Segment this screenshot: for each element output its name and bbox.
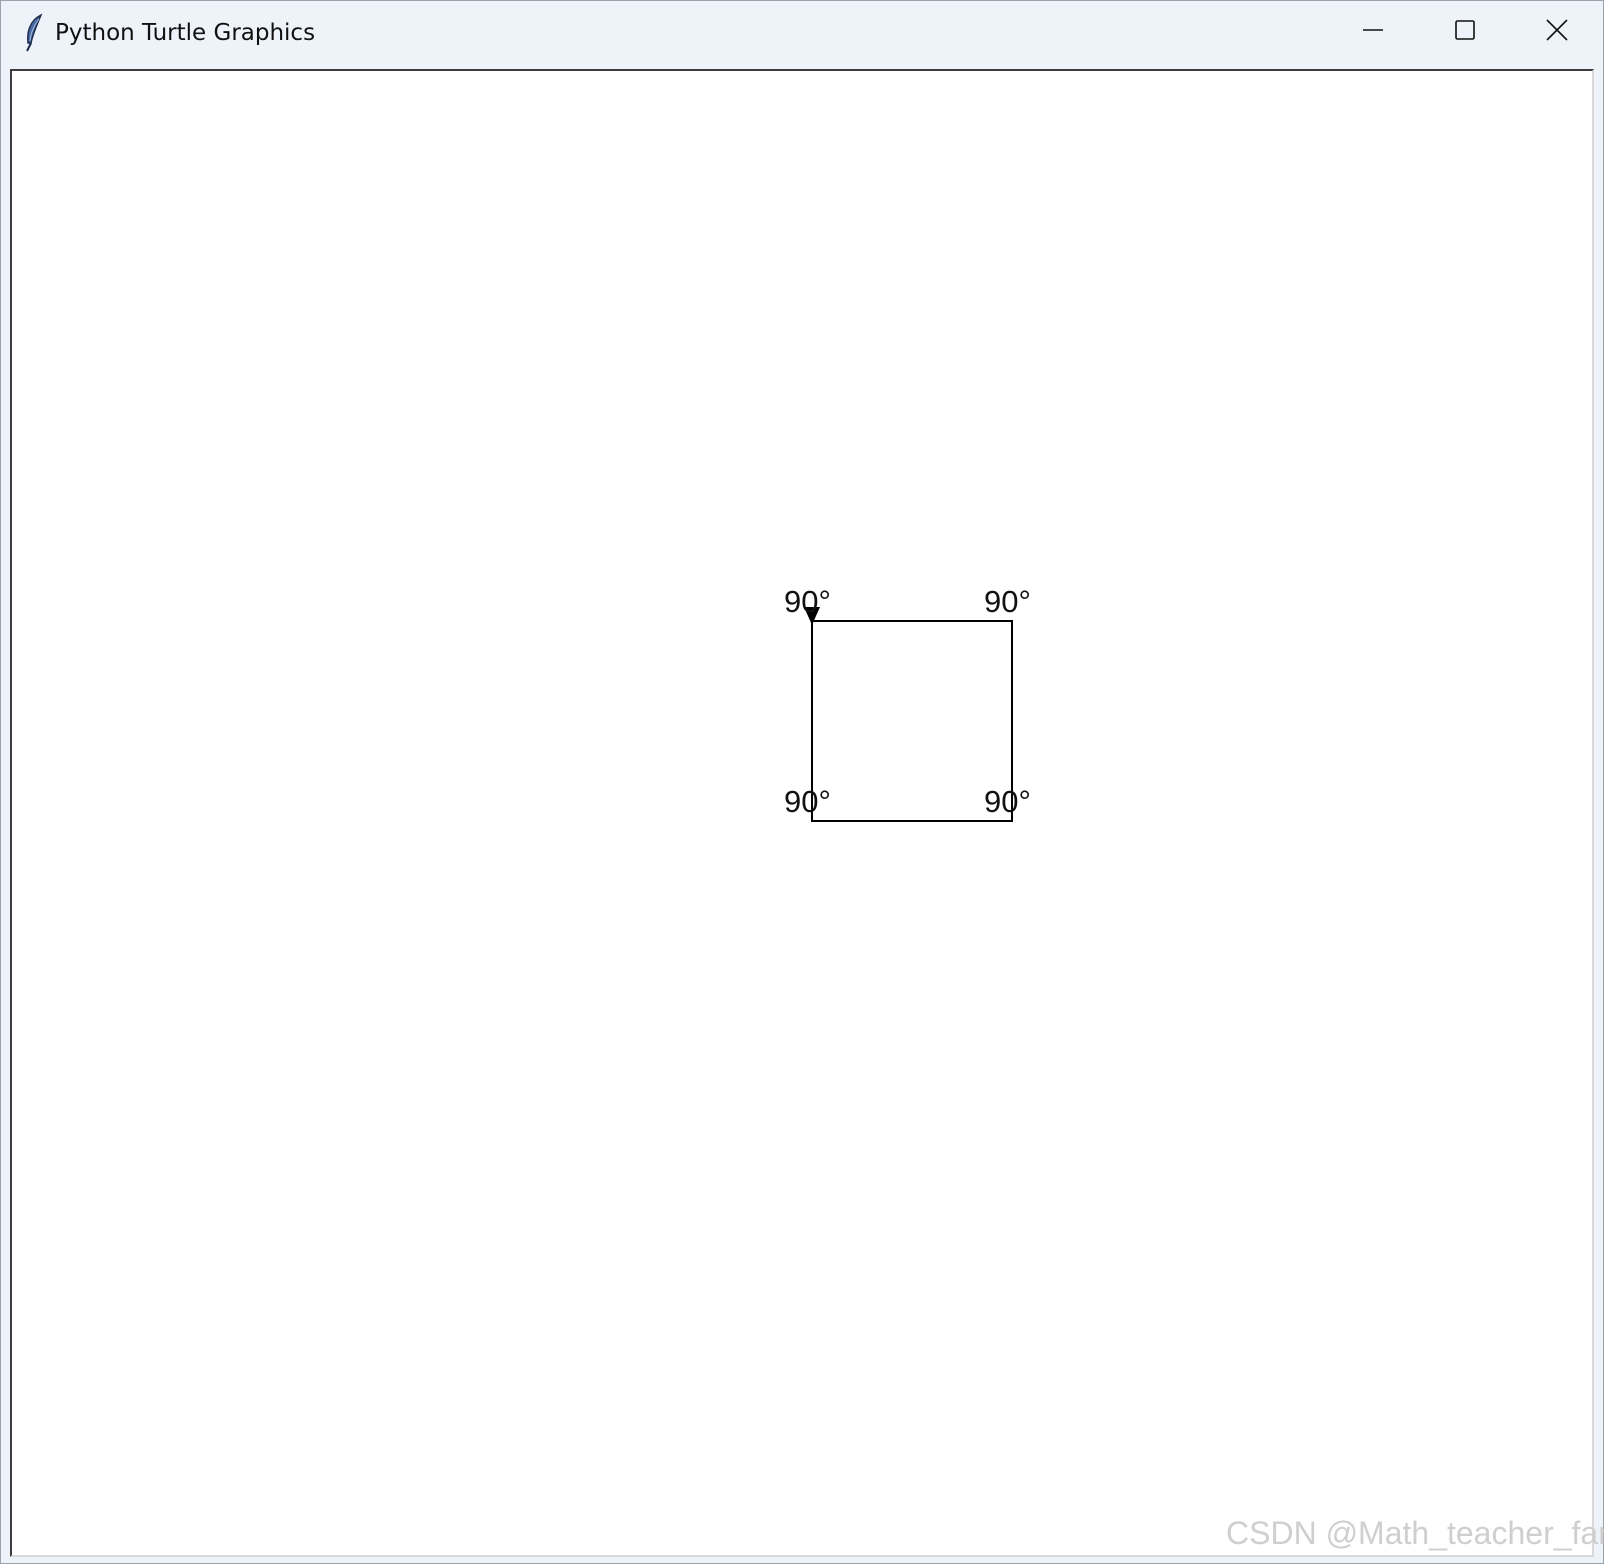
minimize-icon xyxy=(1361,18,1385,47)
turtle-window: Python Turtle Graphics 90° 90° 90° 90° C… xyxy=(0,0,1604,1564)
close-button[interactable] xyxy=(1511,1,1603,63)
maximize-button[interactable] xyxy=(1419,1,1511,63)
corner-angle-label-bottom-right: 90° xyxy=(984,784,1031,819)
drawn-square xyxy=(811,620,1013,822)
maximize-icon xyxy=(1453,18,1477,47)
turtle-canvas[interactable]: 90° 90° 90° 90° xyxy=(10,69,1594,1557)
corner-angle-label-top-left: 90° xyxy=(784,584,831,619)
title-bar[interactable]: Python Turtle Graphics xyxy=(1,1,1603,67)
feather-icon xyxy=(19,13,49,53)
watermark: CSDN @Math_teacher_fan xyxy=(1226,1515,1604,1551)
minimize-button[interactable] xyxy=(1327,1,1419,63)
window-title: Python Turtle Graphics xyxy=(55,20,316,46)
corner-angle-label-top-right: 90° xyxy=(984,584,1031,619)
corner-angle-label-bottom-left: 90° xyxy=(784,784,831,819)
close-icon xyxy=(1545,18,1569,47)
